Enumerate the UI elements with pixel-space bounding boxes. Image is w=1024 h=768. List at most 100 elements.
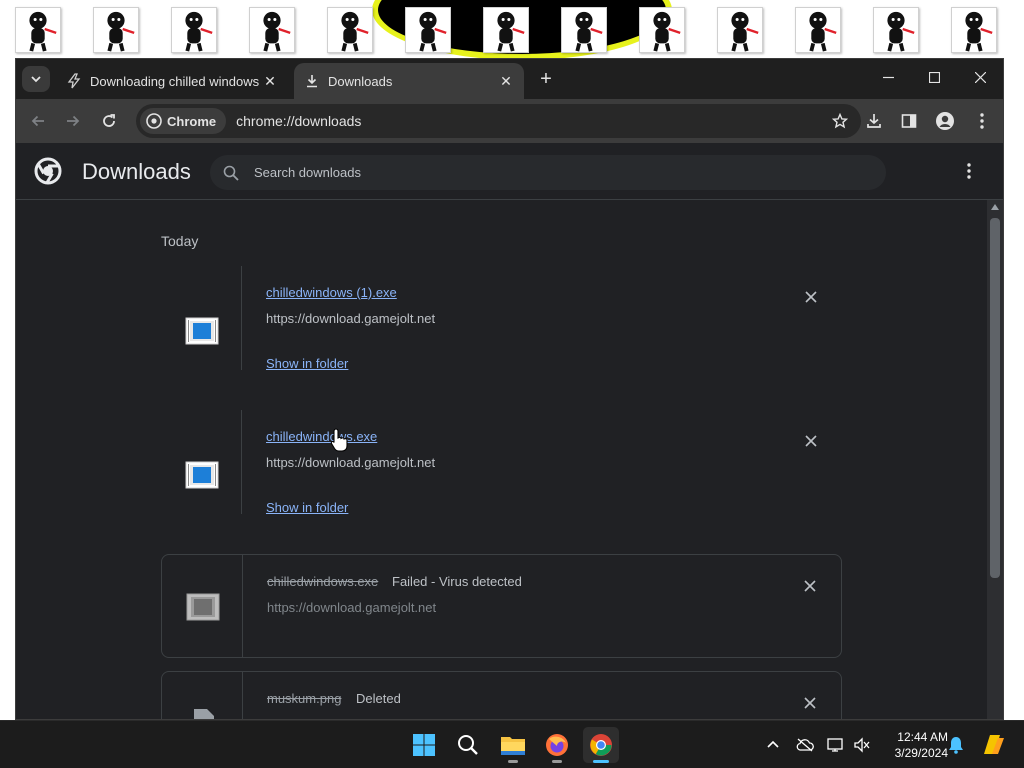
side-panel-button[interactable] — [896, 108, 922, 134]
wallpaper-tile — [327, 7, 373, 53]
exe-file-icon — [185, 317, 219, 345]
item-divider — [241, 410, 242, 514]
search-input[interactable] — [254, 165, 854, 180]
wallpaper-tile — [171, 7, 217, 53]
windows-start-icon — [413, 734, 435, 756]
maximize-button[interactable] — [911, 59, 957, 95]
bolt-icon — [66, 73, 82, 89]
item-divider — [242, 555, 243, 657]
tab-title: Downloads — [328, 73, 393, 89]
tab-strip: Downloading chilled windows ✕ Downloads … — [16, 59, 1003, 99]
volume-muted-icon — [854, 737, 870, 753]
downloads-menu-button[interactable] — [959, 161, 979, 181]
show-in-folder-link[interactable]: Show in folder — [266, 500, 348, 515]
system-clock[interactable]: 12:44 AM 3/29/2024 — [878, 729, 948, 761]
scroll-up-arrow[interactable] — [991, 204, 999, 210]
side-panel-icon — [901, 114, 917, 128]
tab-search-button[interactable] — [22, 66, 50, 92]
wallpaper-tile — [717, 7, 763, 53]
onedrive-tray-icon[interactable] — [795, 735, 815, 755]
search-icon — [458, 735, 478, 755]
chrome-logo-icon — [146, 113, 162, 129]
chrome-menu-button[interactable] — [969, 108, 995, 134]
page-scrollbar[interactable] — [987, 200, 1003, 719]
new-tab-button[interactable]: + — [534, 67, 558, 91]
profile-button[interactable] — [932, 108, 958, 134]
download-item: chilledwindows (1).exe https://download.… — [161, 266, 842, 371]
close-icon — [804, 697, 816, 709]
site-info-chip[interactable]: Chrome — [140, 108, 227, 134]
minimize-button[interactable] — [865, 59, 911, 95]
taskbar-firefox[interactable] — [539, 727, 575, 763]
downloads-page: Downloads Today — [16, 143, 1003, 719]
download-item: chilledwindows.exe https://download.game… — [161, 410, 842, 515]
file-name-link[interactable]: chilledwindows (1).exe — [266, 285, 397, 300]
wallpaper-tile — [405, 7, 451, 53]
file-source-url: https://download.gamejolt.net — [266, 455, 436, 470]
wallpaper-tile — [93, 7, 139, 53]
wallpaper-tile — [15, 7, 61, 53]
file-explorer-icon — [501, 737, 525, 755]
file-name: muskum.png — [267, 691, 342, 706]
clock-time: 12:44 AM — [897, 730, 948, 744]
forward-button[interactable] — [60, 108, 86, 134]
monitor-network-icon — [827, 738, 843, 752]
remove-item-button[interactable] — [802, 288, 820, 306]
file-name: chilledwindows.exe — [267, 574, 379, 589]
exe-file-icon-grey — [186, 593, 220, 621]
scrollbar-thumb[interactable] — [990, 218, 1000, 578]
remove-item-button[interactable] — [801, 577, 819, 595]
download-item-failed: chilledwindows.exe Failed - Virus detect… — [161, 554, 842, 658]
downloads-list: Today chilledwindows (1).exe https://dow… — [16, 200, 988, 719]
clock-date: 3/29/2024 — [894, 746, 948, 760]
wallpaper-tile — [951, 7, 997, 53]
back-button[interactable] — [25, 108, 51, 134]
item-divider — [242, 672, 243, 719]
image-file-icon — [194, 709, 214, 719]
bell-icon — [949, 737, 963, 754]
show-hidden-icons-button[interactable] — [763, 735, 783, 755]
more-vertical-icon — [967, 163, 971, 179]
close-tab-icon[interactable]: ✕ — [496, 71, 516, 91]
taskbar-chrome[interactable] — [583, 727, 619, 763]
site-chip-label: Chrome — [167, 113, 217, 129]
copilot-icon — [984, 735, 1004, 754]
running-indicator — [552, 760, 562, 763]
downloads-header: Downloads — [16, 143, 1003, 200]
browser-toolbar: Chrome chrome://downloads — [16, 99, 1003, 143]
volume-tray-icon[interactable] — [852, 735, 872, 755]
show-in-folder-link[interactable]: Show in folder — [266, 356, 348, 371]
tab-downloading-chilled-windows[interactable]: Downloading chilled windows ✕ — [56, 63, 288, 99]
address-bar[interactable]: Chrome chrome://downloads — [136, 104, 861, 138]
wallpaper-tile — [639, 7, 685, 53]
remove-item-button[interactable] — [801, 694, 819, 712]
reload-button[interactable] — [96, 108, 122, 134]
url-text: chrome://downloads — [236, 113, 362, 129]
taskbar-file-explorer[interactable] — [495, 727, 531, 763]
search-icon — [222, 164, 240, 182]
close-icon — [804, 580, 816, 592]
profile-icon — [936, 112, 954, 130]
copilot-button[interactable] — [980, 732, 1006, 758]
download-icon — [304, 73, 320, 89]
downloads-toolbar-button[interactable] — [861, 108, 887, 134]
search-downloads-box[interactable] — [210, 155, 886, 190]
download-item-deleted: muskum.png Deleted — [161, 671, 842, 719]
item-divider — [241, 266, 242, 370]
bookmark-star-button[interactable] — [829, 110, 851, 132]
tab-title: Downloading chilled windows — [90, 73, 260, 89]
close-window-button[interactable] — [957, 59, 1003, 95]
running-indicator — [593, 760, 609, 763]
tab-downloads[interactable]: Downloads ✕ — [294, 63, 524, 99]
close-tab-icon[interactable]: ✕ — [260, 71, 280, 91]
taskbar-search-button[interactable] — [450, 727, 486, 763]
chrome-window: Downloading chilled windows ✕ Downloads … — [15, 58, 1004, 720]
start-button[interactable] — [406, 727, 442, 763]
exe-file-icon — [185, 461, 219, 489]
network-tray-icon[interactable] — [826, 735, 846, 755]
close-icon — [805, 291, 817, 303]
file-name-link[interactable]: chilledwindows.exe — [266, 429, 377, 444]
remove-item-button[interactable] — [802, 432, 820, 450]
notifications-button[interactable] — [946, 735, 966, 755]
reload-icon — [103, 114, 115, 127]
